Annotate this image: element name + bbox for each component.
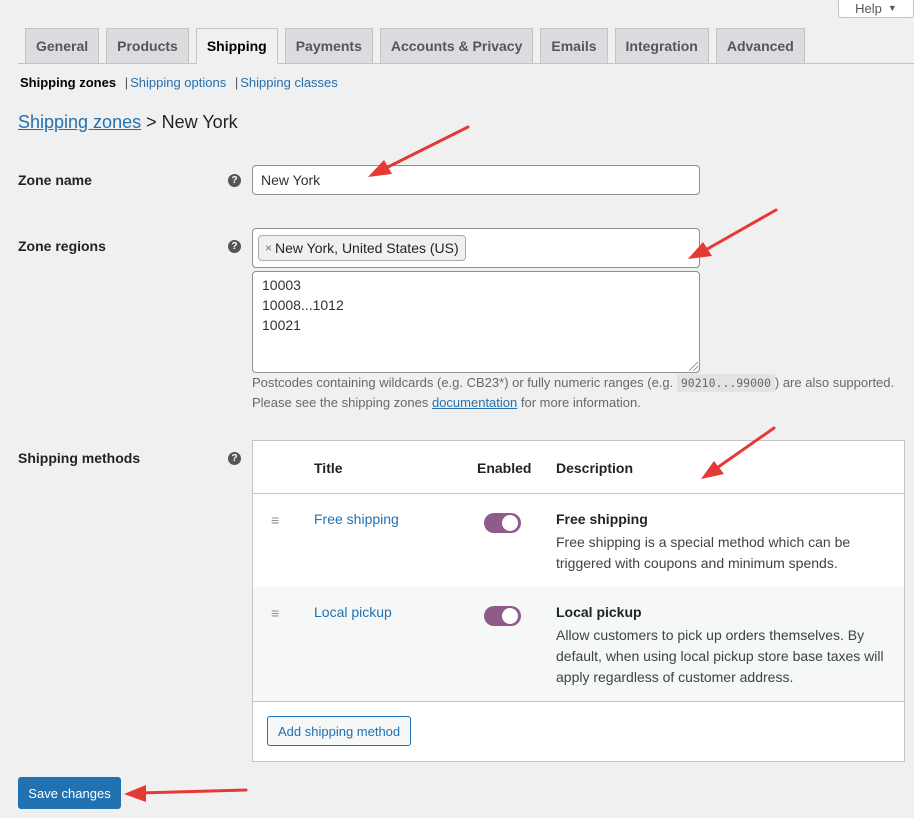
method-description: Free shipping Free shipping is a special… bbox=[556, 509, 886, 574]
tab-emails[interactable]: Emails bbox=[540, 28, 608, 63]
postcode-line: 10008...1012 bbox=[262, 297, 344, 313]
help-text: Postcodes containing wildcards (e.g. CB2… bbox=[252, 375, 677, 390]
remove-region-icon[interactable]: × bbox=[265, 241, 272, 255]
zone-name-label: Zone name bbox=[18, 172, 92, 188]
tab-accounts-privacy[interactable]: Accounts & Privacy bbox=[379, 28, 534, 63]
postcodes-textarea[interactable]: 10003 10008...1012 10021 bbox=[252, 271, 700, 373]
subnav-shipping-classes[interactable]: Shipping classes bbox=[240, 75, 338, 90]
breadcrumb-separator: > bbox=[146, 112, 157, 132]
tab-products[interactable]: Products bbox=[106, 28, 189, 63]
enabled-toggle[interactable] bbox=[484, 513, 521, 533]
breadcrumb-shipping-zones-link[interactable]: Shipping zones bbox=[18, 112, 141, 132]
question-circle-icon[interactable]: ? bbox=[228, 174, 241, 187]
breadcrumb-current: New York bbox=[161, 112, 238, 132]
subnav-shipping-options[interactable]: Shipping options bbox=[130, 75, 226, 90]
postcode-help-text: Postcodes containing wildcards (e.g. CB2… bbox=[252, 373, 912, 413]
tab-shipping[interactable]: Shipping bbox=[195, 28, 278, 64]
resize-handle[interactable] bbox=[689, 362, 698, 371]
method-title-link[interactable]: Free shipping bbox=[314, 511, 399, 527]
enabled-toggle[interactable] bbox=[484, 606, 521, 626]
zone-name-input[interactable] bbox=[252, 165, 700, 195]
caret-down-icon: ▼ bbox=[887, 3, 897, 13]
help-text: Please see the shipping zones bbox=[252, 395, 432, 410]
method-description-text: Free shipping is a special method which … bbox=[556, 534, 851, 571]
method-title-link[interactable]: Local pickup bbox=[314, 604, 392, 620]
method-description: Local pickup Allow customers to pick up … bbox=[556, 602, 886, 688]
shipping-subnav: Shipping zones | Shipping options | Shippi… bbox=[20, 75, 338, 90]
method-description-name: Local pickup bbox=[556, 604, 642, 620]
drag-handle-icon[interactable]: ≡ bbox=[271, 513, 283, 527]
subnav-shipping-zones[interactable]: Shipping zones bbox=[20, 75, 116, 90]
help-button[interactable]: Help ▼ bbox=[838, 0, 914, 18]
shipping-methods-table: Title Enabled Description ≡ Free shippin… bbox=[252, 440, 905, 762]
help-label: Help bbox=[855, 0, 882, 16]
help-text: for more information. bbox=[517, 395, 641, 410]
tab-general[interactable]: General bbox=[25, 28, 100, 63]
tab-integration[interactable]: Integration bbox=[614, 28, 709, 63]
postcode-range-example: 90210...99000 bbox=[676, 374, 775, 392]
question-circle-icon[interactable]: ? bbox=[228, 452, 241, 465]
breadcrumb: Shipping zones > New York bbox=[18, 112, 238, 133]
method-description-text: Allow customers to pick up orders themse… bbox=[556, 627, 884, 685]
table-header: Title Enabled Description bbox=[253, 441, 904, 494]
save-changes-button[interactable]: Save changes bbox=[18, 777, 121, 809]
method-description-name: Free shipping bbox=[556, 511, 648, 527]
settings-tabs: General Products Shipping Payments Accou… bbox=[18, 28, 914, 64]
column-description: Description bbox=[556, 460, 634, 476]
postcode-line: 10021 bbox=[262, 317, 301, 333]
annotation-arrow-icon bbox=[124, 785, 248, 802]
add-shipping-method-button[interactable]: Add shipping method bbox=[267, 716, 412, 746]
zone-regions-select[interactable]: × New York, United States (US) bbox=[252, 228, 700, 268]
zone-regions-label: Zone regions bbox=[18, 238, 106, 254]
column-enabled: Enabled bbox=[477, 460, 532, 476]
table-row: ≡ Free shipping Free shipping Free shipp… bbox=[253, 494, 904, 587]
region-chip-label: New York, United States (US) bbox=[275, 240, 459, 256]
table-footer: Add shipping method bbox=[253, 701, 904, 761]
tab-advanced[interactable]: Advanced bbox=[715, 28, 805, 63]
tab-payments[interactable]: Payments bbox=[284, 28, 373, 63]
documentation-link[interactable]: documentation bbox=[432, 395, 517, 410]
drag-handle-icon[interactable]: ≡ bbox=[271, 606, 283, 620]
postcode-line: 10003 bbox=[262, 277, 301, 293]
subnav-separator: | bbox=[124, 75, 129, 90]
column-title: Title bbox=[314, 460, 343, 476]
region-chip: × New York, United States (US) bbox=[258, 235, 466, 261]
question-circle-icon[interactable]: ? bbox=[228, 240, 241, 253]
shipping-methods-label: Shipping methods bbox=[18, 450, 141, 466]
table-row: ≡ Local pickup Local pickup Allow custom… bbox=[253, 587, 904, 702]
annotation-arrow-icon bbox=[688, 208, 778, 259]
subnav-separator: | bbox=[234, 75, 239, 90]
help-text: ) are also supported. bbox=[774, 375, 895, 390]
